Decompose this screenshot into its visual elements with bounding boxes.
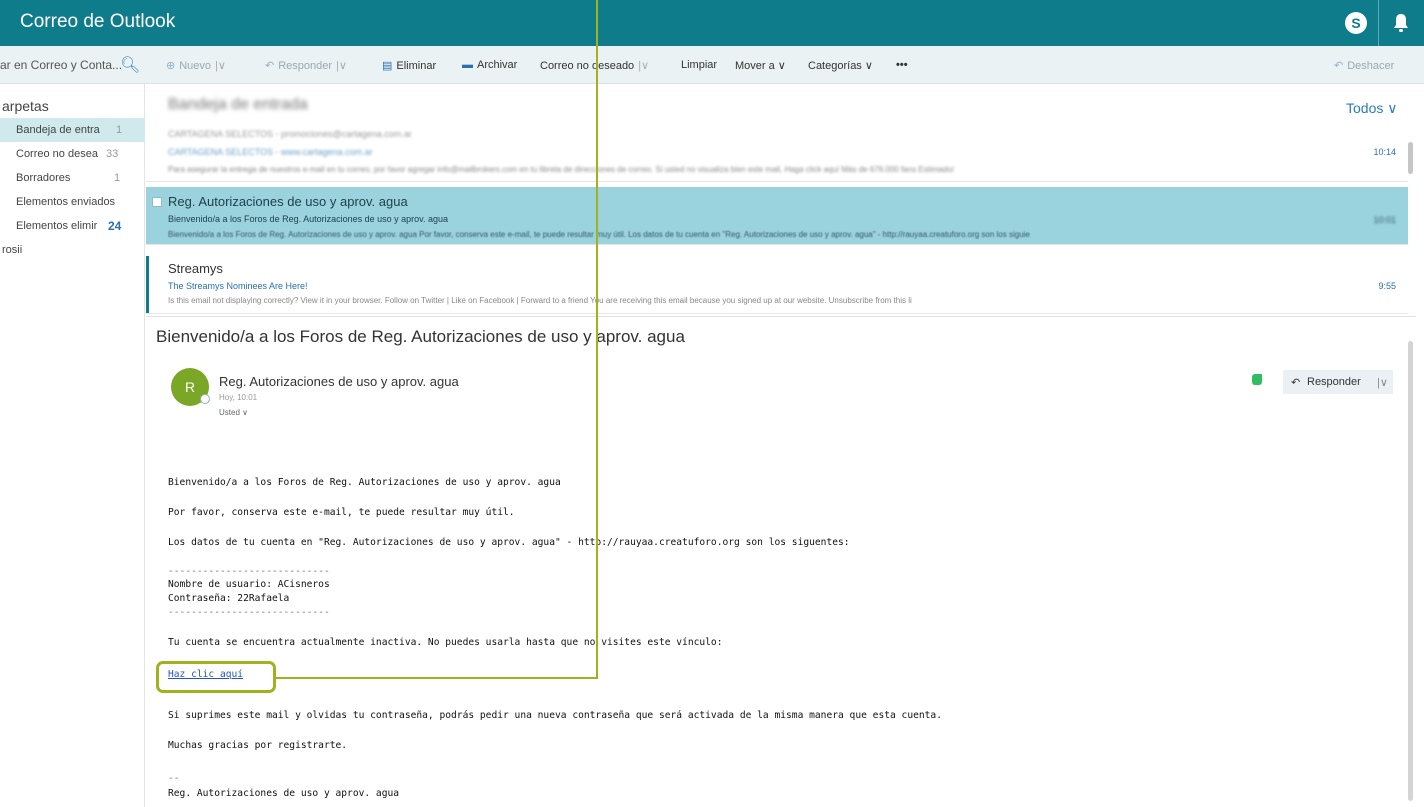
email-body-line: Tu cuenta se encuentra actualmente inact… [168,637,723,648]
annotation-line [596,0,598,679]
chevron-down-icon: ∨ [1387,100,1398,116]
message-time: 9:55 [1378,281,1396,291]
sweep-button[interactable]: Limpiar [681,59,717,71]
folder-junk[interactable]: Correo no desea 33 [0,142,145,166]
list-scrollbar[interactable] [1408,142,1413,174]
message-list: Bandeja de entrada Todos ∨ CARTAGENA SEL… [146,84,1416,314]
email-date: Hoy, 10:01 [219,393,258,402]
reply-icon: ↶ [1291,377,1301,389]
message-checkbox[interactable] [152,197,162,207]
list-title: Bandeja de entrada [168,96,308,113]
reply-button[interactable]: ↶ Responder |∨ [1283,370,1393,394]
message-item[interactable]: Streamys The Streamys Nominees Are Here!… [146,256,1408,314]
more-button[interactable]: ••• [896,59,908,71]
annotation-line [276,677,598,679]
trash-icon: ▤ [382,60,393,72]
folder-count: 24 [108,219,122,233]
message-time: 10:14 [1373,147,1396,157]
folder-label: Borradores [16,172,71,184]
delete-button[interactable]: ▤ Eliminar [382,59,436,72]
email-signature: Reg. Autorizaciones de uso y aprov. agua [168,788,400,799]
folder-label: Bandeja de entra [16,124,100,136]
search-input[interactable]: ar en Correo y Conta... [0,58,122,72]
message-subject: CARTAGENA SELECTOS - www.cartagena.com.a… [168,147,373,157]
reply-icon: ↶ [265,60,275,72]
folder-count: 33 [106,148,119,160]
reply-button[interactable]: ↶ Responder |∨ [265,59,347,72]
folder-label: Elementos elimir [16,220,98,232]
app-title[interactable]: Correo de Outlook [20,11,175,33]
app-header: Correo de Outlook S [0,0,1424,46]
annotation-highlight-box [156,661,276,693]
command-bar: ar en Correo y Conta... 🔍︎ ⊕ Nuevo |∨ ↶ Res… [0,46,1424,84]
email-sender[interactable]: Reg. Autorizaciones de uso y aprov. agua [219,374,459,389]
message-from: Streamys [168,261,223,276]
move-to-button[interactable]: Mover a ∨ [735,59,786,72]
email-body-divider: ---------------------------- [168,607,330,618]
archive-button[interactable]: ▬ Archivar [462,59,517,71]
junk-button[interactable]: Correo no deseado |∨ [540,59,649,72]
message-item[interactable]: CARTAGENA SELECTOS - promociones@cartage… [146,124,1408,182]
folders-header: arpetas [2,98,49,114]
message-preview: Para asegurar la entrega de nuestros e-m… [168,165,954,174]
folder-deleted[interactable]: Elementos elimir 24 [0,214,145,238]
bell-icon[interactable] [1392,13,1410,33]
new-button[interactable]: ⊕ Nuevo |∨ [166,59,226,72]
email-password: Contraseña: 22Rafaela [168,593,290,604]
message-item-selected[interactable]: Reg. Autorizaciones de uso y aprov. agua… [146,187,1408,245]
email-body-line: Los datos de tu cuenta en "Reg. Autoriza… [168,537,850,548]
folder-sent[interactable]: Elementos enviados [0,190,145,214]
message-from: CARTAGENA SELECTOS - promociones@cartage… [168,129,412,139]
reading-pane: Bienvenido/a a los Foros de Reg. Autoriz… [146,316,1416,807]
search-icon[interactable]: 🔍︎ [120,55,140,75]
chevron-down-icon[interactable]: |∨ [1377,376,1388,389]
avatar[interactable]: R [171,368,210,406]
categories-button[interactable]: Categorías ∨ [808,59,873,72]
email-recipient[interactable]: Usted ∨ [219,408,248,417]
email-body-line: Si suprimes este mail y olvidas tu contr… [168,710,942,721]
reading-scrollbar[interactable] [1408,341,1413,801]
email-body-line: Por favor, conserva este e-mail, te pued… [168,507,515,518]
message-preview: Is this email not displaying correctly? … [168,296,912,305]
undo-button[interactable]: ↶ Deshacer [1334,59,1394,72]
folder-label: Elementos enviados [16,196,116,208]
unread-indicator [146,256,149,313]
header-divider [1378,0,1379,46]
archive-icon: ▬ [462,59,473,71]
signature-separator: -- [168,773,180,784]
email-body-line: Muchas gracias por registrarte. [168,740,348,751]
undo-icon: ↶ [1334,60,1344,72]
message-subject: Bienvenido/a a los Foros de Reg. Autoriz… [168,214,449,224]
folder-custom[interactable]: rosii [0,238,145,262]
folder-inbox[interactable]: Bandeja de entra 1 [0,118,145,142]
folder-count: 1 [114,172,121,184]
folder-label: Correo no desea [16,148,98,160]
plus-icon: ⊕ [166,60,176,72]
folder-pane: arpetas Bandeja de entra 1 Correo no des… [0,84,145,807]
presence-icon [200,394,210,404]
filter-dropdown[interactable]: Todos ∨ [1346,100,1398,117]
message-from: Reg. Autorizaciones de uso y aprov. agua [168,194,408,209]
folder-count: 1 [116,124,123,136]
email-body-line: Bienvenido/a a los Foros de Reg. Autoriz… [168,477,561,488]
evernote-icon[interactable] [1252,374,1262,385]
email-username: Nombre de usuario: ACisneros [168,579,330,590]
folder-drafts[interactable]: Borradores 1 [0,166,145,190]
skype-icon[interactable]: S [1345,12,1367,34]
message-time: 10:01 [1373,215,1396,225]
search-box[interactable]: ar en Correo y Conta... 🔍︎ [0,51,142,79]
folder-label: rosii [2,244,23,256]
email-subject: Bienvenido/a a los Foros de Reg. Autoriz… [156,327,685,346]
message-subject: The Streamys Nominees Are Here! [168,281,308,291]
message-preview: Bienvenido/a a los Foros de Reg. Autoriz… [168,230,1030,239]
email-body-divider: ---------------------------- [168,566,330,577]
